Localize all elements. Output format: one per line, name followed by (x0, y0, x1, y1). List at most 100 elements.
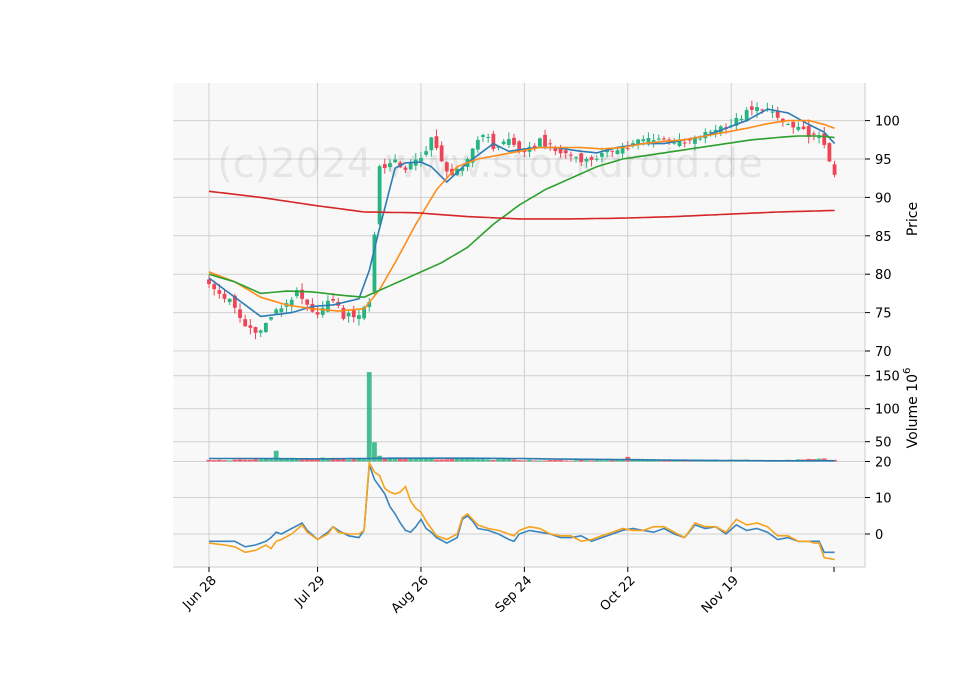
candle-body (558, 148, 563, 154)
price-tick-label: 80 (875, 268, 892, 283)
price-tick-label: 100 (875, 115, 900, 130)
candle-body (662, 138, 666, 140)
candle-body (600, 152, 604, 157)
price-tick-label: 75 (875, 307, 892, 322)
volume-bar (439, 459, 445, 462)
volume-bar (227, 460, 233, 462)
candle-body (243, 319, 248, 327)
volume-bar (449, 458, 455, 462)
candle-body (227, 298, 232, 303)
candle-body (615, 150, 620, 155)
volume-bar (211, 460, 217, 462)
candle-body (698, 138, 703, 140)
candle-body (506, 139, 511, 145)
x-tick-label: Oct 22 (597, 573, 638, 614)
volume-axis-label: Volume 106 (902, 368, 921, 449)
volume-bar (521, 460, 527, 462)
volume-bar (361, 459, 367, 462)
x-tick-label: Aug 26 (389, 573, 432, 616)
volume-bar (242, 459, 248, 462)
price-tick-label: 90 (875, 191, 892, 206)
volume-bar (485, 459, 491, 462)
candle-body (651, 140, 656, 142)
volume-bar (542, 460, 548, 462)
candle-body (579, 153, 584, 163)
candle-body (408, 163, 413, 170)
candle-body (791, 121, 796, 128)
candle-body (589, 157, 594, 160)
candle-body (682, 142, 687, 144)
volume-tick-label: 150 (875, 370, 900, 385)
volume-bar (511, 459, 517, 462)
candle-body (419, 158, 423, 162)
volume-bar (527, 459, 532, 462)
price-tick-label: 70 (875, 345, 892, 360)
x-tick-label: Sep 24 (493, 573, 536, 616)
volume-bar (268, 459, 274, 462)
candle-body (269, 317, 273, 320)
volume-bar (346, 459, 351, 462)
volume-bar (568, 460, 574, 462)
candle-body (594, 158, 599, 160)
candle-body (481, 135, 485, 137)
candle-body (429, 137, 434, 151)
volume-bar (604, 460, 610, 462)
volume-bar (273, 450, 279, 462)
volume-bar (594, 460, 600, 462)
candle-body (315, 312, 320, 315)
candle-body (569, 154, 573, 156)
volume-panel-bg (173, 352, 865, 462)
candle-body (775, 111, 780, 118)
volume-bar (366, 372, 372, 462)
candle-body (610, 150, 615, 152)
volume-bar (480, 459, 486, 462)
oscillator-tick-label: 0 (875, 528, 883, 543)
watermark-text: (c)2024 www.stockdroid.de (217, 141, 763, 187)
volume-bar (253, 459, 258, 462)
candle-body (382, 164, 387, 169)
volume-bar (589, 460, 594, 462)
candle-body (548, 143, 553, 145)
volume-bar (537, 460, 543, 462)
candle-body (636, 139, 641, 144)
volume-bar (444, 459, 450, 462)
candle-body (388, 163, 392, 168)
candle-body (439, 145, 444, 162)
candle-body (248, 325, 253, 328)
candle-body (434, 136, 439, 149)
volume-bar (470, 458, 476, 462)
volume-bar (232, 459, 238, 462)
volume-bar (247, 459, 253, 462)
candle-body (641, 139, 646, 142)
candle-body (832, 164, 837, 175)
x-tick-label: Nov 19 (699, 573, 742, 616)
candle-body (274, 309, 279, 314)
candle-body (625, 148, 630, 150)
price-tick-label: 95 (875, 153, 892, 168)
candle-body (822, 133, 827, 145)
candle-body (207, 279, 211, 285)
candle-body (786, 124, 790, 126)
candle-body (796, 126, 801, 130)
candle-body (341, 307, 346, 319)
candle-body (217, 290, 222, 294)
candle-body (305, 299, 310, 305)
candle-body (279, 308, 284, 313)
candle-body (708, 131, 713, 133)
candle-body (331, 299, 335, 301)
volume-bar (237, 459, 243, 462)
candle-body (357, 315, 361, 319)
price-tick-label: 85 (875, 230, 892, 245)
stock-chart: (c)2024 www.stockdroid.de 70 75 80 85 90 95 10… (173, 83, 921, 616)
volume-bar (516, 460, 522, 462)
oscillator-tick-label: 10 (875, 492, 892, 507)
volume-bar (573, 460, 579, 462)
candle-body (377, 166, 382, 225)
candle-body (512, 137, 516, 145)
candle-body (656, 138, 661, 140)
volume-bar (599, 460, 605, 462)
candle-body (444, 162, 449, 172)
volume-bar (341, 459, 346, 462)
candle-body (263, 322, 268, 333)
candle-body (346, 312, 351, 317)
